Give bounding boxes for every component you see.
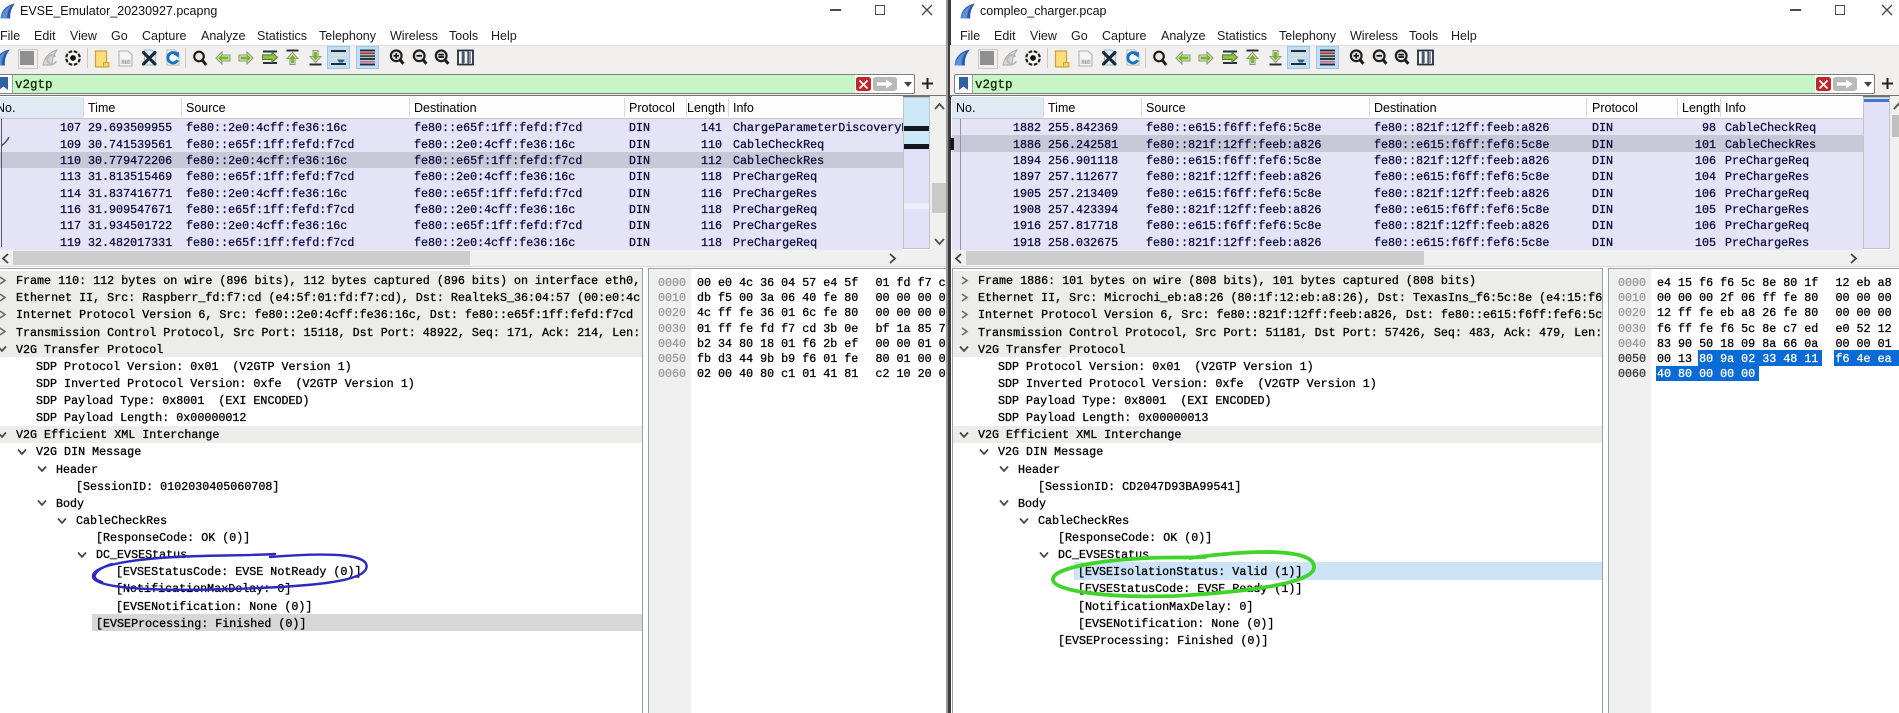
svg-text:010: 010	[122, 59, 130, 64]
svg-text:010: 010	[1082, 59, 1090, 64]
